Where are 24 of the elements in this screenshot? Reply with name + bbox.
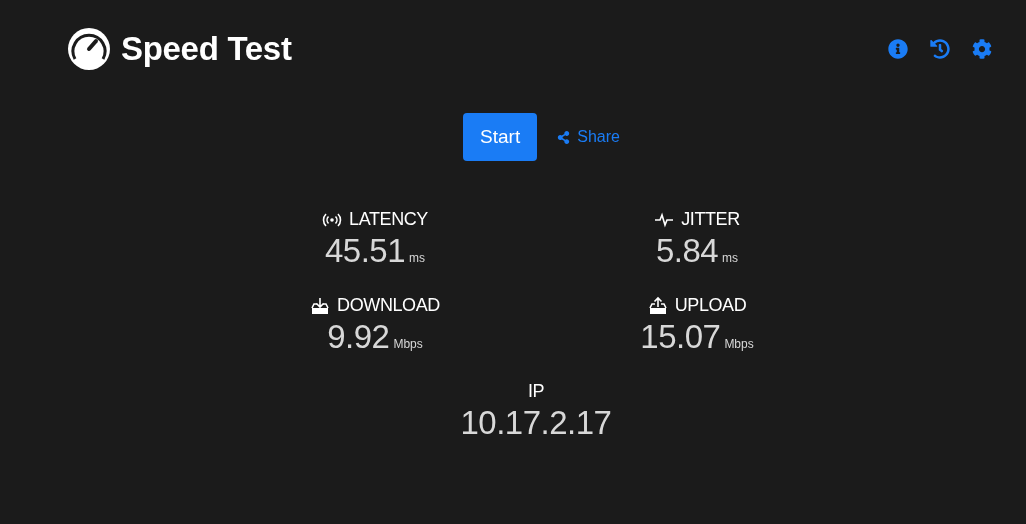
history-button[interactable] [930,39,950,59]
metric-label: LATENCY [349,209,428,230]
metric-unit: ms [409,251,426,265]
ip-address: 10.17.2.17 [460,404,612,442]
gauge-logo-icon [67,27,111,71]
metric-unit: Mbps [393,337,423,351]
metric-value: 5.84 [655,232,719,270]
metric-label: UPLOAD [674,295,747,316]
ip-label: IP [527,381,545,402]
metric-unit: ms [722,251,739,265]
metric-unit: Mbps [724,337,754,351]
metric-value: 9.92 [327,318,390,356]
share-link[interactable]: Share [557,128,620,146]
download-icon [310,295,331,316]
app-title: Speed Test [121,30,292,68]
metric-label: JITTER [681,209,740,230]
settings-button[interactable] [972,39,992,59]
info-button[interactable] [888,39,908,59]
metric-value: 15.07 [640,318,721,356]
metric-value: 45.51 [324,232,406,270]
upload-icon [647,295,668,316]
metric-label: DOWNLOAD [337,295,440,316]
share-icon [557,130,571,144]
start-button[interactable]: Start [463,113,538,161]
